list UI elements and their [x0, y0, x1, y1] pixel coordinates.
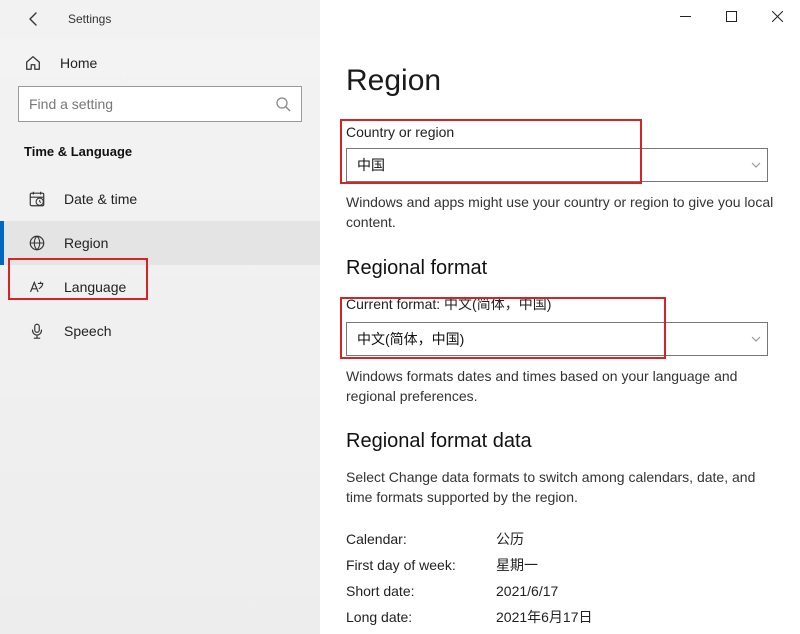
format-data-help: Select Change data formats to switch amo…	[346, 467, 776, 508]
nav-label: Region	[64, 235, 108, 251]
regional-format-value: 中文(简体，中国)	[357, 329, 464, 349]
home-nav[interactable]: Home	[0, 38, 320, 86]
format-data-table: Calendar: 公历 First day of week: 星期一 Shor…	[346, 526, 800, 630]
current-format-prefix: Current format:	[346, 296, 444, 312]
regional-format-dropdown[interactable]: 中文(简体，中国)	[346, 322, 768, 356]
country-label: Country or region	[346, 124, 800, 140]
format-val: 公历	[496, 529, 524, 549]
format-data-heading: Regional format data	[346, 430, 800, 453]
chevron-down-icon	[751, 334, 761, 344]
format-row: Long date: 2021年6月17日	[346, 604, 800, 630]
format-row: First day of week: 星期一	[346, 552, 800, 578]
regional-format-help: Windows formats dates and times based on…	[346, 366, 776, 407]
search-icon	[275, 96, 291, 112]
back-button[interactable]	[24, 9, 44, 29]
regional-format-heading: Regional format	[346, 257, 800, 280]
chevron-down-icon	[751, 160, 761, 170]
search-input[interactable]	[29, 96, 275, 112]
format-row: Short date: 2021/6/17	[346, 578, 800, 604]
close-button[interactable]	[754, 0, 800, 32]
maximize-icon	[726, 11, 737, 22]
nav-label: Language	[64, 279, 126, 295]
mic-icon	[28, 322, 46, 340]
window-title: Settings	[68, 12, 111, 26]
nav-item-language[interactable]: Language	[0, 265, 320, 309]
clock-icon	[28, 190, 46, 208]
format-key: First day of week:	[346, 557, 496, 573]
nav-list: Date & time Region Language	[0, 177, 320, 353]
home-label: Home	[60, 55, 97, 71]
maximize-button[interactable]	[708, 0, 754, 32]
category-header: Time & Language	[0, 140, 320, 177]
current-format-value: 中文(简体，中国)	[444, 296, 551, 312]
format-key: Short date:	[346, 583, 496, 599]
nav-label: Speech	[64, 323, 111, 339]
format-row: Calendar: 公历	[346, 526, 800, 552]
country-help: Windows and apps might use your country …	[346, 192, 776, 233]
home-icon	[24, 54, 42, 72]
format-val: 星期一	[496, 555, 538, 575]
format-key: Long date:	[346, 609, 496, 625]
page-title: Region	[346, 64, 800, 98]
content-area: Region Country or region 中国 Windows and …	[320, 38, 800, 634]
country-value: 中国	[357, 155, 385, 175]
arrow-left-icon	[26, 11, 42, 27]
minimize-icon	[680, 11, 691, 22]
nav-item-region[interactable]: Region	[0, 221, 320, 265]
nav-item-speech[interactable]: Speech	[0, 309, 320, 353]
search-box[interactable]	[18, 86, 302, 122]
language-icon	[28, 278, 46, 296]
sidebar: Home Time & Language Date & time	[0, 38, 320, 634]
country-dropdown[interactable]: 中国	[346, 148, 768, 182]
format-val: 2021年6月17日	[496, 607, 593, 627]
minimize-button[interactable]	[662, 0, 708, 32]
nav-item-date-time[interactable]: Date & time	[0, 177, 320, 221]
current-format-label: Current format: 中文(简体，中国)	[346, 294, 800, 314]
nav-label: Date & time	[64, 191, 137, 207]
globe-icon	[28, 234, 46, 252]
close-icon	[772, 11, 783, 22]
format-key: Calendar:	[346, 531, 496, 547]
format-val: 2021/6/17	[496, 583, 558, 599]
